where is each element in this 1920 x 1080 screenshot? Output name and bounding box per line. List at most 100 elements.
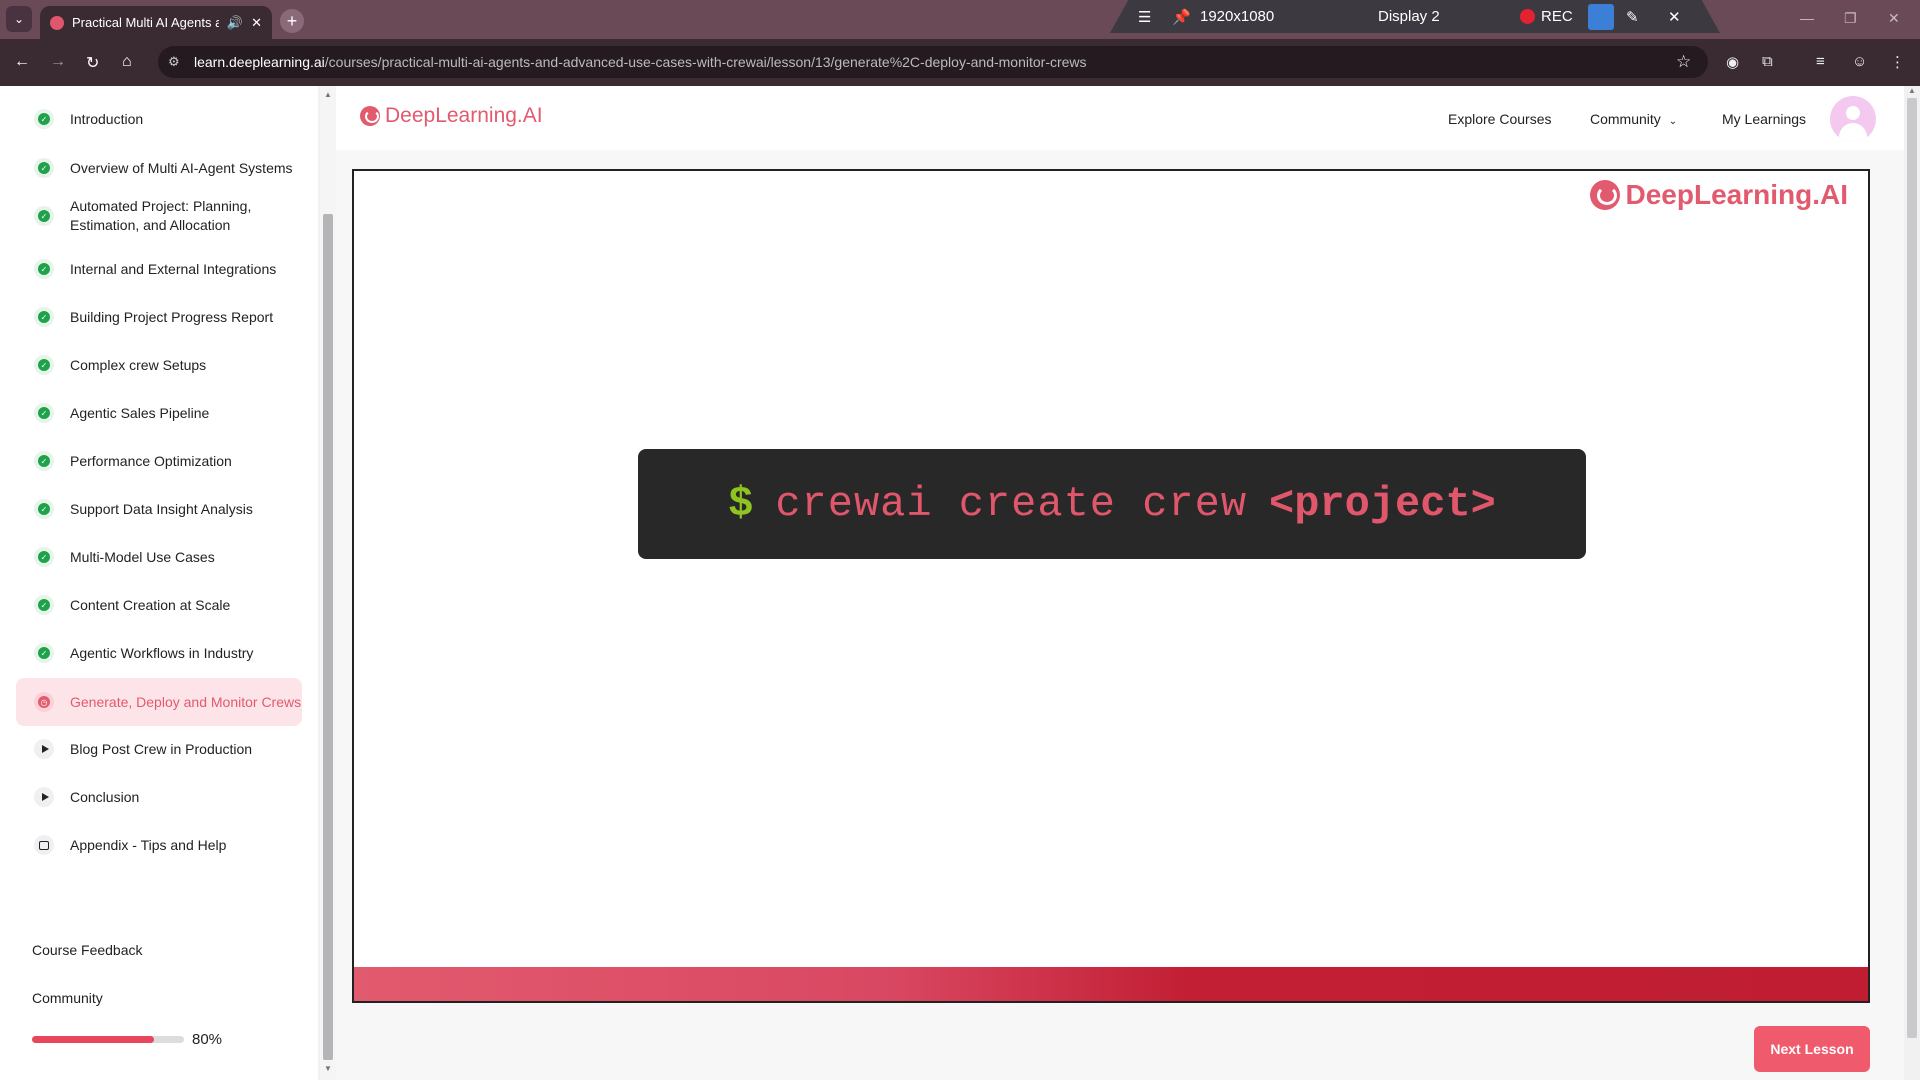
restore-icon[interactable]: ❐ [1844,10,1857,27]
lesson-item[interactable]: ✓ Internal and External Integrations [16,254,302,284]
browser-tab-bar: ⌄ Practical Multi AI Agents and Advanced… [0,0,1920,39]
lesson-label: Overview of Multi AI-Agent Systems [70,159,293,176]
course-progress-label: 80% [192,1031,223,1048]
close-tab-icon[interactable]: ✕ [251,15,262,31]
lesson-item[interactable]: ✓ Agentic Workflows in Industry [16,638,302,668]
scroll-up-arrow-icon[interactable]: ▲ [1908,86,1916,95]
minimize-icon[interactable]: — [1800,10,1814,26]
sidebar-scrollbar[interactable]: ▲ ▼ [320,86,336,1080]
course-progress-fill [32,1036,154,1043]
speaker-icon[interactable]: 🔊 [227,15,243,31]
play-icon [34,787,54,807]
lesson-item-current[interactable]: ◷ Generate, Deploy and Monitor Crews [16,678,302,726]
deeplearning-logo-icon [1589,180,1620,210]
lesson-item[interactable]: ✓ Automated Project: Planning, Estimatio… [16,196,302,236]
lesson-label: Conclusion [70,788,140,805]
extension-avatar-icon[interactable]: ◉ [1726,53,1739,71]
next-lesson-button[interactable]: Next Lesson [1754,1026,1870,1072]
video-watermark-logo: DeepLearning.AI [1589,179,1848,211]
video-player[interactable]: DeepLearning.AI $ crewai create crew <pr… [352,169,1870,1003]
page-scroll-thumb[interactable] [1907,98,1917,1038]
browser-tab-active[interactable]: Practical Multi AI Agents and Advanced U… [40,6,272,39]
lesson-label: Automated Project: Planning, Estimation,… [70,198,252,233]
completed-check-icon: ✓ [34,259,54,279]
play-icon [34,739,54,759]
community-dropdown[interactable]: Community ⌄ [1590,111,1677,127]
url-path: /courses/practical-multi-ai-agents-and-a… [324,54,1087,70]
lesson-item[interactable]: Appendix - Tips and Help [16,830,302,860]
lesson-item[interactable]: ✓ Performance Optimization [16,446,302,476]
lesson-item[interactable]: ✓ Multi-Model Use Cases [16,542,302,572]
lesson-item[interactable]: ✓ Overview of Multi AI-Agent Systems [16,148,302,188]
lesson-label: Appendix - Tips and Help [70,836,227,853]
terminal-argument: <project> [1269,480,1496,528]
lesson-label: Support Data Insight Analysis [70,500,253,517]
tab-search-chevron-icon[interactable]: ⌄ [6,6,32,32]
lesson-label: Complex crew Setups [70,356,207,373]
media-control-icon[interactable]: ≡ [1816,53,1825,70]
pin-icon[interactable]: 📌 [1172,8,1191,26]
lesson-item[interactable]: ✓ Introduction [16,104,302,134]
display-label: Display 2 [1378,8,1440,25]
scroll-down-arrow-icon[interactable]: ▼ [324,1064,332,1073]
lesson-item[interactable]: Conclusion [16,782,302,812]
screen-recorder-toolbar: ☰ 📌 1920x1080 Display 2 REC ✎ ✕ [1110,0,1720,33]
resolution-label: 1920x1080 [1200,8,1275,25]
lesson-label: Internal and External Integrations [70,260,277,277]
close-window-icon[interactable]: ✕ [1888,10,1900,27]
url-field[interactable]: learn.deeplearning.ai/courses/practical-… [158,46,1708,78]
lesson-label: Building Project Progress Report [70,308,274,325]
user-avatar[interactable] [1830,96,1876,142]
completed-check-icon: ✓ [34,403,54,423]
lesson-item[interactable]: ✓ Content Creation at Scale [16,590,302,620]
lesson-item[interactable]: ✓ Agentic Sales Pipeline [16,398,302,428]
course-progress-bar [32,1036,184,1043]
deeplearning-logo-icon [360,106,380,126]
lesson-label: Agentic Sales Pipeline [70,404,210,421]
community-link[interactable]: Community [32,990,103,1006]
course-feedback-link[interactable]: Course Feedback [32,942,143,958]
recorder-blue-square-icon[interactable] [1588,3,1614,30]
clock-icon: ◷ [34,692,54,712]
home-icon[interactable]: ⌂ [122,53,132,71]
page-scrollbar[interactable]: ▲ [1904,86,1920,1080]
rec-button[interactable]: REC [1520,8,1573,25]
menu-icon[interactable]: ☰ [1138,8,1151,26]
my-learnings-link[interactable]: My Learnings [1722,111,1806,127]
back-arrow-icon[interactable]: ← [14,53,30,71]
completed-check-icon: ✓ [34,643,54,663]
pencil-icon[interactable]: ✎ [1626,8,1639,26]
lesson-item[interactable]: ✓ Complex crew Setups [16,350,302,380]
bookmark-star-icon[interactable]: ☆ [1676,52,1691,72]
lesson-sidebar: ✓ Introduction ✓ Overview of Multi AI-Ag… [0,86,318,1080]
record-dot-icon [1520,9,1535,24]
lesson-label: Performance Optimization [70,452,232,469]
terminal-command: crewai create crew [775,480,1248,528]
lesson-label: Introduction [70,110,144,127]
completed-check-icon: ✓ [34,355,54,375]
sidebar-scroll-thumb[interactable] [323,214,333,1060]
site-logo[interactable]: DeepLearning.AI [360,104,543,128]
video-brand-name: DeepLearning.AI [1625,179,1848,210]
tab-title: Practical Multi AI Agents and Advanced U… [72,15,219,30]
lesson-item[interactable]: ✓ Support Data Insight Analysis [16,494,302,524]
completed-check-icon: ✓ [34,499,54,519]
chevron-down-icon: ⌄ [1668,116,1678,127]
profile-icon[interactable]: ☺ [1852,53,1867,70]
close-recorder-icon[interactable]: ✕ [1668,8,1681,26]
lesson-item[interactable]: Blog Post Crew in Production [16,734,302,764]
completed-check-icon: ✓ [34,595,54,615]
extensions-puzzle-icon[interactable]: ⧉ [1762,53,1773,70]
reload-icon[interactable]: ↻ [86,53,99,73]
forward-arrow-icon[interactable]: → [50,53,66,71]
completed-check-icon: ✓ [34,109,54,129]
new-tab-plus-icon[interactable]: + [280,9,304,33]
scroll-up-arrow-icon[interactable]: ▲ [324,90,332,99]
completed-check-icon: ✓ [34,307,54,327]
completed-check-icon: ✓ [34,547,54,567]
site-info-icon[interactable]: ⚙ [168,54,180,70]
page: ✓ Introduction ✓ Overview of Multi AI-Ag… [0,86,1920,1080]
browser-menu-icon[interactable]: ⋮ [1890,53,1905,71]
explore-courses-link[interactable]: Explore Courses [1448,111,1552,127]
lesson-item[interactable]: ✓ Building Project Progress Report [16,302,302,332]
